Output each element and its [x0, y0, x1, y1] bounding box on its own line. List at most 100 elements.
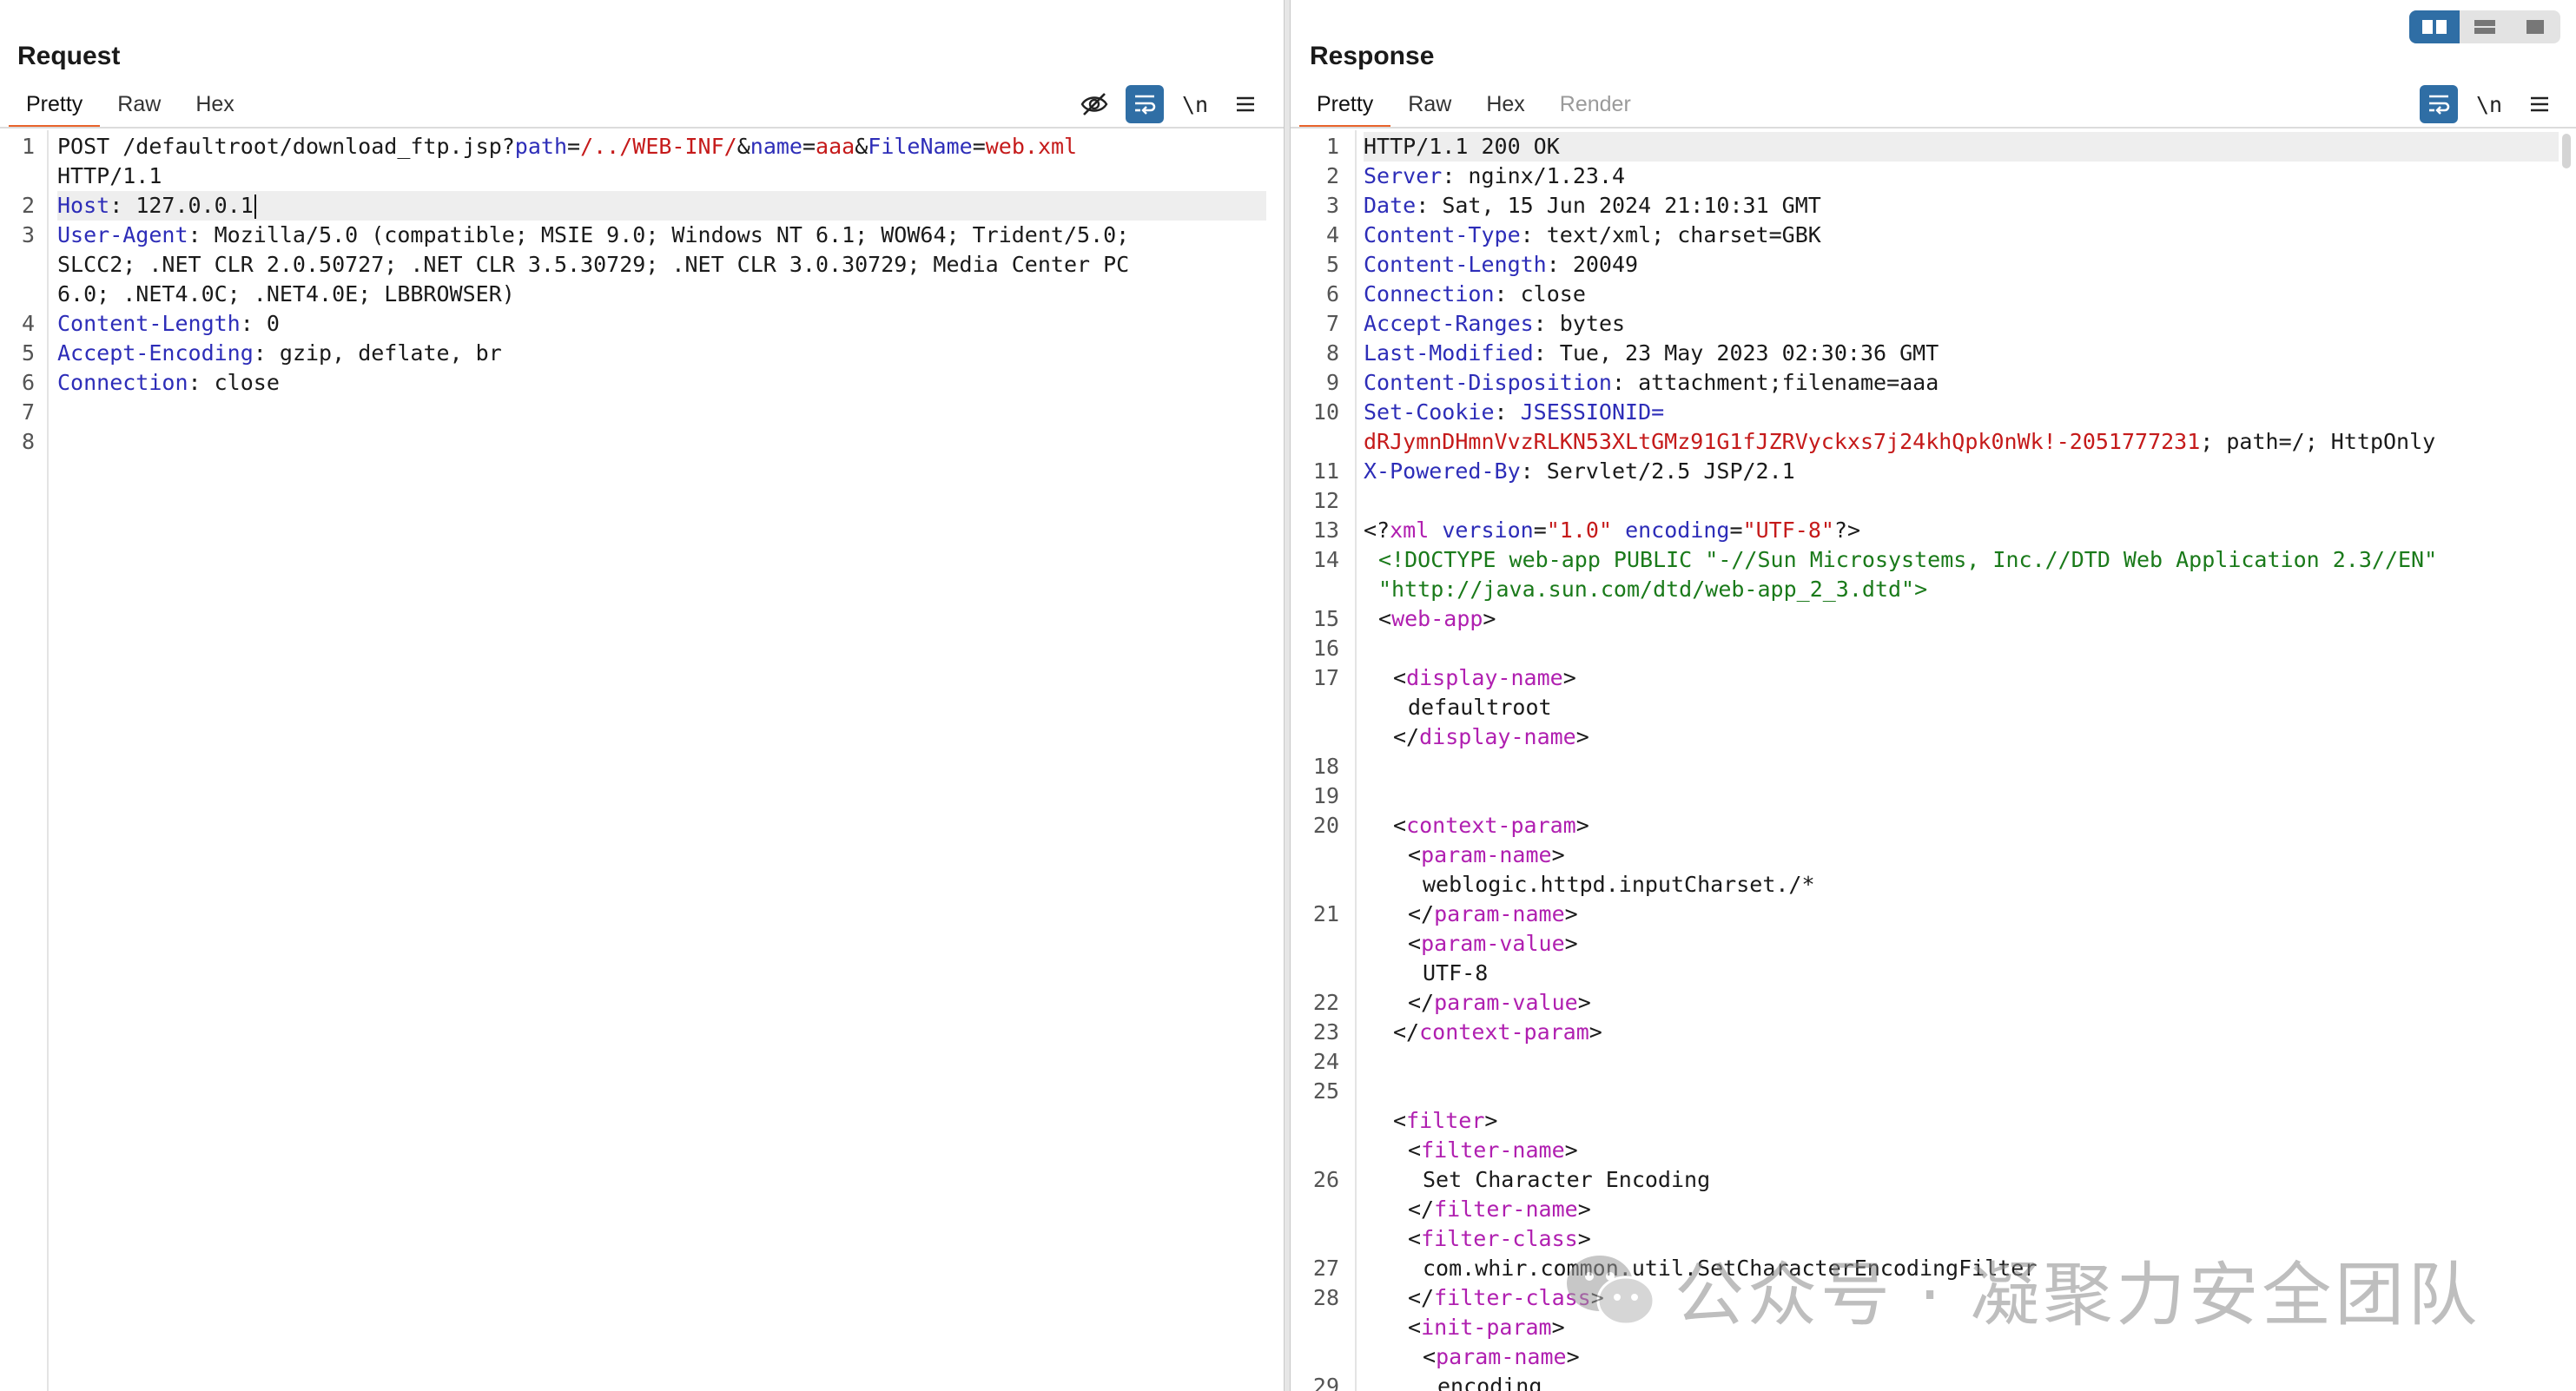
header-value: nginx/1.23.4 — [1455, 163, 1626, 188]
tab-render[interactable]: Render — [1542, 87, 1648, 125]
newline-toggle[interactable]: \n — [2470, 85, 2508, 123]
xml-attr-value: "1.0" — [1546, 518, 1613, 543]
header-value: close — [1507, 281, 1586, 307]
xml-tag-name: filter — [1406, 1108, 1485, 1133]
cookie-name: JSESSIONID= — [1507, 399, 1665, 425]
hamburger-menu-icon[interactable] — [1226, 85, 1265, 123]
header-line: Last-Modified: Tue, 23 May 2023 02:30:36… — [1364, 340, 1939, 366]
xml-punct: ?> — [1833, 518, 1861, 543]
response-editor[interactable]: 1 2 3 4 5 6 7 8 9 10 11 12 13 14 15 16 1… — [1291, 130, 2576, 1391]
line-number-gutter: 1 2 3 4 5 6 7 8 — [0, 130, 49, 1391]
header-value: Servlet/2.5 JSP/2.1 — [1533, 458, 1795, 484]
tab-pretty[interactable]: Pretty — [1299, 87, 1391, 129]
header-value: 20049 — [1559, 252, 1639, 277]
xml-tag-name: filter-class — [1421, 1226, 1578, 1251]
xml-element: </filter-class> — [1408, 1285, 1604, 1310]
line-number: 18 — [1312, 754, 1339, 779]
xml-element: <display-name> — [1393, 665, 1576, 690]
header-line-set-cookie: Set-Cookie: JSESSIONID= — [1364, 399, 1665, 425]
request-method-path: POST /defaultroot/download_ftp.jsp? — [57, 134, 515, 159]
xml-tag-name: param-value — [1434, 990, 1578, 1015]
ampersand: & — [736, 134, 750, 159]
word-wrap-icon[interactable] — [1126, 85, 1164, 123]
header-line: Connection: close — [1364, 281, 1586, 307]
header-key: Accept-Ranges — [1364, 311, 1534, 336]
xml-attr-value: "UTF-8" — [1742, 518, 1834, 543]
line-number: 3 — [21, 222, 35, 247]
tab-raw[interactable]: Raw — [100, 87, 178, 125]
line-number-gutter: 1 2 3 4 5 6 7 8 9 10 11 12 13 14 15 16 1… — [1291, 130, 1357, 1391]
header-key: Connection — [1364, 281, 1495, 307]
header-line-accept-encoding: Accept-Encoding: gzip, deflate, br — [57, 340, 502, 366]
param-value: /../WEB-INF/ — [580, 134, 737, 159]
line-number: 16 — [1312, 636, 1339, 661]
xml-doctype: "http://java.sun.com/dtd/web-app_2_3.dtd… — [1378, 577, 1928, 602]
xml-element: <filter-name> — [1408, 1137, 1578, 1163]
hamburger-menu-icon[interactable] — [2520, 85, 2559, 123]
pane-splitter[interactable] — [1284, 0, 1291, 1391]
line-number: 12 — [1312, 488, 1339, 513]
xml-element: </param-value> — [1408, 990, 1591, 1015]
tab-hex[interactable]: Hex — [1469, 87, 1542, 125]
header-value: gzip, deflate, br — [266, 340, 502, 366]
xml-tag-name: param-name — [1436, 1344, 1567, 1369]
line-number: 11 — [1312, 458, 1339, 484]
word-wrap-icon[interactable] — [2420, 85, 2458, 123]
line-number: 23 — [1312, 1019, 1339, 1045]
header-key: X-Powered-By — [1364, 458, 1521, 484]
request-toolbar: \n — [1075, 85, 1265, 123]
header-key: Connection — [57, 370, 188, 395]
header-value-wrap: 6.0; .NET4.0C; .NET4.0E; LBBROWSER) — [57, 281, 515, 307]
header-line: Server: nginx/1.23.4 — [1364, 163, 1626, 188]
header-line: Content-Length: 20049 — [1364, 252, 1639, 277]
header-key: Server — [1364, 163, 1443, 188]
line-number: 29 — [1312, 1374, 1339, 1391]
header-key: Last-Modified — [1364, 340, 1534, 366]
request-line-protocol: HTTP/1.1 — [57, 163, 162, 188]
xml-tag-name: display-name — [1419, 724, 1576, 749]
header-value: text/xml; charset=GBK — [1533, 222, 1821, 247]
line-number: 28 — [1312, 1285, 1339, 1310]
tab-raw[interactable]: Raw — [1390, 87, 1469, 125]
xml-text: UTF-8 — [1423, 960, 1489, 986]
header-line: Date: Sat, 15 Jun 2024 21:10:31 GMT — [1364, 193, 1821, 218]
line-number: 7 — [1325, 311, 1339, 336]
xml-tag-name: web-app — [1391, 606, 1483, 631]
header-line-content-length: Content-Length: 0 — [57, 311, 280, 336]
header-value: 127.0.0.1 — [122, 193, 254, 218]
newline-toggle[interactable]: \n — [1176, 85, 1214, 123]
xml-element: <param-name> — [1423, 1344, 1580, 1369]
equals: = — [802, 134, 816, 159]
header-line-connection: Connection: close — [57, 370, 280, 395]
line-number: 13 — [1312, 518, 1339, 543]
line-number: 20 — [1312, 813, 1339, 838]
header-key: Set-Cookie — [1364, 399, 1495, 425]
xml-declaration: <?xml version="1.0" encoding="UTF-8"?> — [1364, 518, 1861, 543]
xml-text: Set Character Encoding — [1423, 1167, 1711, 1192]
param-key: name — [750, 134, 803, 159]
line-number: 26 — [1312, 1167, 1339, 1192]
xml-tag-name: filter-name — [1421, 1137, 1565, 1163]
header-line: Content-Disposition: attachment;filename… — [1364, 370, 1939, 395]
xml-element: <param-value> — [1408, 931, 1578, 956]
line-number: 4 — [1325, 222, 1339, 247]
eye-slash-icon[interactable] — [1075, 85, 1113, 123]
param-value: web.xml — [985, 134, 1078, 159]
line-number: 7 — [21, 399, 35, 425]
header-value: close — [201, 370, 280, 395]
response-tabs: Pretty Raw Hex Render — [1299, 87, 1648, 129]
cookie-line: dRJymnDHmnVvzRLKN53XLtGMz91G1fJZRVyckxs7… — [1364, 427, 2559, 457]
request-editor[interactable]: 1 2 3 4 5 6 7 8 POST /defaultroot/downlo… — [0, 130, 1284, 1391]
cookie-value: dRJymnDHmnVvzRLKN53XLtGMz91G1fJZRVyckxs7… — [1364, 429, 2201, 454]
tab-pretty[interactable]: Pretty — [9, 87, 101, 129]
response-pane: Response Pretty Raw Hex Render \n 1 2 3 … — [1291, 0, 2576, 1391]
scrollbar-thumb[interactable] — [2562, 134, 2571, 168]
line-number: 10 — [1312, 399, 1339, 425]
header-key: User-Agent — [57, 222, 188, 247]
line-number: 6 — [21, 370, 35, 395]
header-line-host: Host: 127.0.0.1 — [57, 191, 1266, 221]
tab-hex[interactable]: Hex — [178, 87, 251, 125]
xml-tag-name: filter-name — [1434, 1197, 1578, 1222]
response-title: Response — [1310, 42, 1435, 70]
xml-punct: <? — [1364, 518, 1390, 543]
